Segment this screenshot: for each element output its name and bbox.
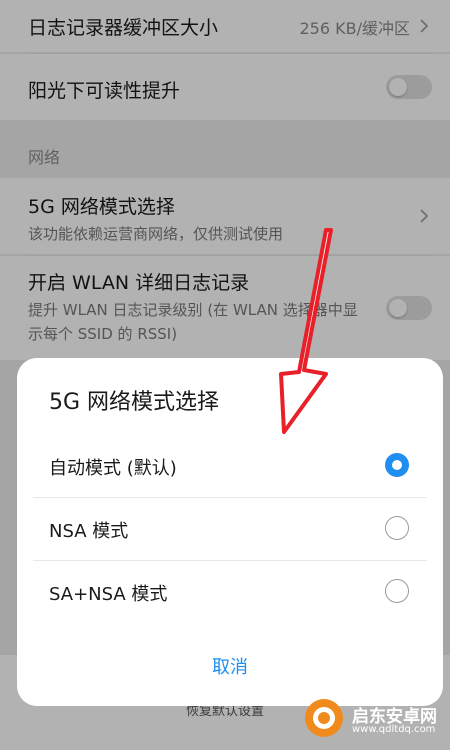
watermark-url: www.qdltdq.com <box>352 724 436 735</box>
watermark-logo: 启东安卓网 www.qdltdq.com <box>302 696 442 742</box>
watermark-logo-icon <box>305 699 343 737</box>
annotation-arrow-icon <box>279 228 333 434</box>
